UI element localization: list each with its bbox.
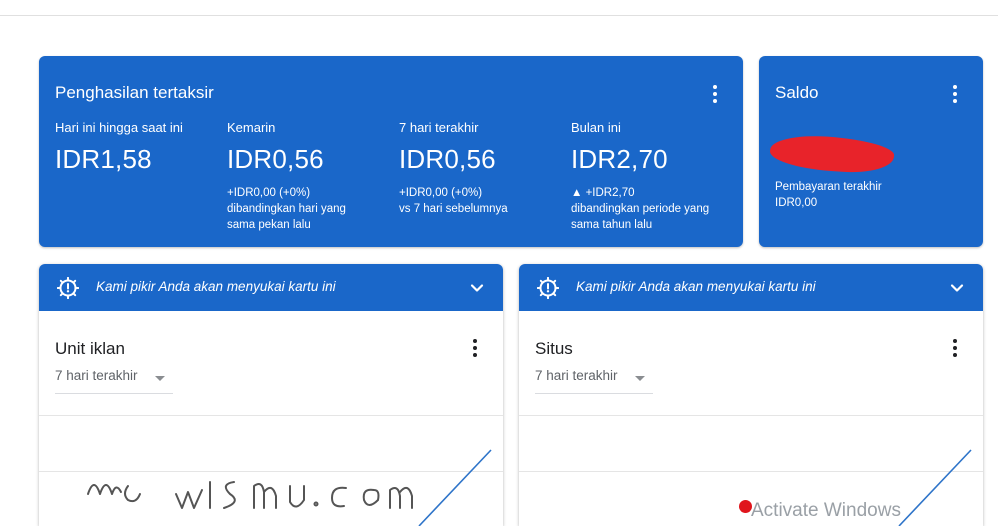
earnings-title: Penghasilan tertaksir [55, 83, 214, 102]
metric-value: IDR0,56 [399, 144, 496, 174]
estimated-earnings-card: Penghasilan tertaksir Hari ini hingga sa… [39, 56, 743, 247]
metric-value: IDR2,70 [571, 144, 668, 174]
metric-comparison: ▲ +IDR2,70 dibandingkan periode yang sam… [571, 185, 739, 233]
metric-value: IDR0,56 [227, 144, 324, 174]
comparison-line: vs 7 hari sebelumnya [399, 203, 508, 215]
last-payment-label: Pembayaran terakhir [775, 181, 882, 193]
metric-label: Kemarin [227, 120, 276, 135]
top-divider [0, 15, 998, 16]
comparison-line: sama pekan lalu [227, 219, 311, 231]
comparison-line: sama tahun lalu [571, 219, 653, 231]
last-payment-value: IDR0,00 [775, 197, 818, 209]
metric-label: Hari ini hingga saat ini [55, 120, 183, 135]
metric-comparison: +IDR0,00 (+0%) dibandingkan hari yang sa… [227, 185, 395, 233]
sites-card: Kami pikir Anda akan menyukai kartu ini … [519, 264, 983, 526]
last-payment: Pembayaran terakhir IDR0,00 [775, 179, 882, 211]
metric-comparison: +IDR0,00 (+0%) vs 7 hari sebelumnya [399, 185, 567, 217]
earnings-more-icon[interactable] [705, 82, 725, 106]
metric-label: Bulan ini [571, 120, 621, 135]
metric-today: Hari ini hingga saat ini IDR1,58 [55, 120, 223, 175]
comparison-line: +IDR0,00 (+0%) [227, 187, 311, 199]
metric-label: 7 hari terakhir [399, 120, 479, 135]
activate-windows-text: Activate Windows [751, 500, 901, 521]
comparison-line: dibandingkan hari yang [227, 203, 346, 215]
metric-yesterday: Kemarin IDR0,56 +IDR0,00 (+0%) dibanding… [227, 120, 395, 233]
handwritten-watermark [87, 481, 413, 509]
comparison-line: ▲ +IDR2,70 [571, 187, 635, 199]
metric-this-month: Bulan ini IDR2,70 ▲ +IDR2,70 dibandingka… [571, 120, 739, 233]
comparison-line: dibandingkan periode yang [571, 203, 710, 215]
balance-more-icon[interactable] [945, 82, 965, 106]
metric-last-7-days: 7 hari terakhir IDR0,56 +IDR0,00 (+0%) v… [399, 120, 567, 217]
balance-title: Saldo [775, 83, 819, 102]
metric-value: IDR1,58 [55, 144, 152, 174]
comparison-line: +IDR0,00 (+0%) [399, 187, 483, 199]
trend-line [898, 449, 972, 526]
